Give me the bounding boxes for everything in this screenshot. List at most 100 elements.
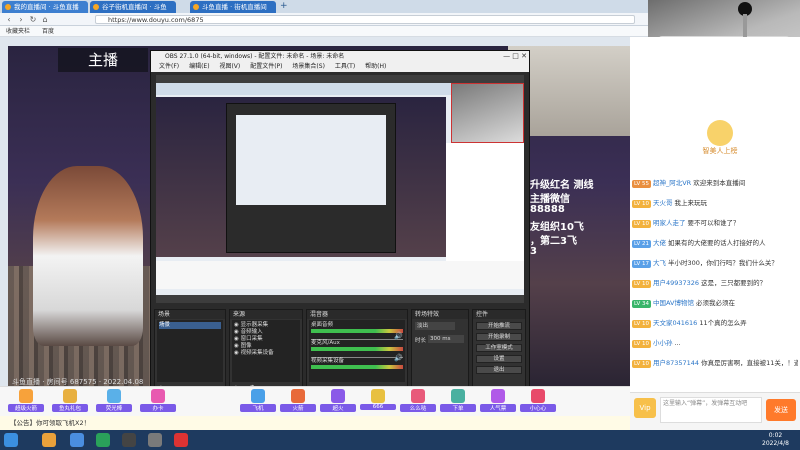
gift-label: 超级火箭	[8, 404, 44, 412]
gift-item[interactable]: 超级火箭	[8, 389, 44, 415]
chat-message: LV 10 明家人走了 要不可以和谁了？	[632, 218, 798, 229]
menu-edit[interactable]: 编辑(E)	[189, 63, 209, 70]
app-icon[interactable]	[148, 433, 162, 447]
chat-text: 欢迎来到本直播间	[693, 179, 746, 187]
gift-item[interactable]: 666	[360, 389, 396, 415]
speaker-icon[interactable]: 🔊	[394, 354, 403, 362]
gift-item[interactable]: 超火	[320, 389, 356, 415]
obs-icon[interactable]	[122, 433, 136, 447]
app-icon[interactable]	[96, 433, 110, 447]
back-icon[interactable]: ‹	[4, 15, 14, 24]
transition-dock: 转场特效 淡出 时长 300 ms	[411, 309, 469, 395]
home-icon[interactable]: ⌂	[40, 15, 50, 24]
exit-button[interactable]: 退出	[476, 366, 522, 374]
menu-help[interactable]: 帮助(H)	[365, 63, 386, 70]
gift-item[interactable]: 火箭	[280, 389, 316, 415]
level-badge: LV 10	[632, 200, 651, 208]
chat-text: 要不可以和谁了？	[687, 219, 740, 227]
source-item[interactable]: ◉ 图像	[234, 343, 298, 350]
chat-message: LV 10 用户49937326 这是，三只都要到的？	[632, 278, 798, 289]
browser-icon[interactable]	[42, 433, 56, 447]
level-badge: LV 10	[632, 360, 651, 368]
browser-tab[interactable]: 谷子街机直播间 · 斗鱼	[90, 1, 176, 13]
gift-label: 火箭	[280, 404, 316, 412]
chat-username[interactable]: 用户87357144	[653, 359, 699, 367]
obs-preview[interactable]	[156, 75, 524, 303]
app-icon[interactable]	[174, 433, 188, 447]
browser-tab[interactable]: 斗鱼直播 · 街机直播间	[190, 1, 276, 13]
start-streaming-button[interactable]: 开始推流	[476, 322, 522, 330]
settings-button[interactable]: 设置	[476, 355, 522, 363]
menu-scene-collection[interactable]: 场景集合(S)	[292, 63, 325, 70]
clock[interactable]: 0:02 2022/4/8	[762, 432, 789, 448]
gift-item[interactable]: 飞机	[240, 389, 276, 415]
chat-message: LV 10 天火哥 我上来玩玩	[632, 198, 798, 209]
chat-username[interactable]: 大飞	[653, 259, 666, 267]
stream-info-text: 88888	[530, 204, 565, 215]
studio-mode-button[interactable]: 工作室模式	[476, 344, 522, 352]
gift-item[interactable]: 么么哒	[400, 389, 436, 415]
explorer-icon[interactable]	[70, 433, 84, 447]
gift-item[interactable]: 小心心	[520, 389, 556, 415]
duration-label: 时长	[415, 338, 427, 344]
recursive-preview-graphic	[156, 83, 524, 295]
chat-text: 如果有的大佬要的话人打接好的人	[667, 239, 766, 247]
speaker-icon[interactable]: 🔊	[394, 332, 403, 340]
chat-input-area: Vip 这里输入“弹幕”，发弹幕互动吧 发送	[630, 392, 800, 430]
obs-window: OBS 27.1.0 (64-bit, windows) - 配置文件: 未命名…	[150, 50, 530, 402]
gift-item[interactable]: 办卡	[140, 389, 176, 415]
vip-badge[interactable]: Vip	[634, 398, 656, 418]
chat-username[interactable]: 天文家041616	[653, 319, 697, 327]
level-badge: LV 17	[632, 260, 651, 268]
refresh-icon[interactable]: ↻	[28, 15, 38, 24]
stream-info-text: 3	[530, 246, 537, 257]
sources-dock: 来源 ◉ 显示器采集 ◉ 音频输入 ◉ 窗口采集 ◉ 图像 ◉ 视频采集设备 +…	[229, 309, 303, 395]
menu-file[interactable]: 文件(F)	[159, 63, 179, 70]
chat-username[interactable]: 明家人走了	[653, 219, 686, 227]
gift-label: 666	[360, 404, 396, 410]
chat-text: 你真是厉害啊，直接被11关，！道	[701, 359, 798, 367]
start-recording-button[interactable]: 开始录制	[476, 333, 522, 341]
source-item[interactable]: ◉ 视频采集设备	[234, 350, 298, 357]
scenes-dock: 场景 场景 + − ∧ ∨	[154, 309, 226, 395]
chat-username[interactable]: 中国AV博物馆	[653, 299, 694, 307]
menu-tools[interactable]: 工具(T)	[335, 63, 355, 70]
gift-icon	[151, 389, 165, 403]
menu-view[interactable]: 视图(V)	[219, 63, 240, 70]
chat-username[interactable]: 用户49937326	[653, 279, 699, 287]
gift-icon	[291, 389, 305, 403]
chat-username[interactable]: 大佬	[653, 239, 666, 247]
scene-item[interactable]: 场景	[159, 322, 221, 329]
gift-icon	[451, 389, 465, 403]
chat-input[interactable]: 这里输入“弹幕”，发弹幕互动吧	[660, 397, 762, 423]
chat-username[interactable]: 天火哥	[653, 199, 673, 207]
source-item[interactable]: ◉ 音频输入	[234, 329, 298, 336]
mixer-dock-title: 混音器	[307, 310, 407, 319]
gift-item[interactable]: 荧光棒	[96, 389, 132, 415]
mascot-icon	[707, 120, 733, 146]
announcement-bar: 【公告】你可领取飞机X2！	[0, 416, 630, 430]
gift-item[interactable]: 鱼丸礼包	[52, 389, 88, 415]
transition-select[interactable]: 淡出	[415, 322, 455, 330]
gift-item[interactable]: 下单	[440, 389, 476, 415]
bookmark-item[interactable]: 百度	[42, 28, 54, 35]
chat-message: LV 34 中国AV博物馆 必须我必须在	[632, 298, 798, 309]
source-item[interactable]: ◉ 显示器采集	[234, 322, 298, 329]
menu-profile[interactable]: 配置文件(P)	[250, 63, 282, 70]
volume-meter	[311, 365, 403, 369]
gift-label: 下单	[440, 404, 476, 412]
window-controls[interactable]: — □ ✕	[503, 52, 527, 61]
browser-tab[interactable]: 我的直播间 · 斗鱼直播	[2, 1, 88, 13]
source-item[interactable]: ◉ 窗口采集	[234, 336, 298, 343]
forward-icon[interactable]: ›	[16, 15, 26, 24]
new-tab-button[interactable]: +	[280, 2, 288, 11]
bookmark-item[interactable]: 收藏夹栏	[6, 28, 30, 35]
gift-item[interactable]: 人气票	[480, 389, 516, 415]
send-button[interactable]: 发送	[766, 399, 796, 421]
duration-input[interactable]: 300 ms	[428, 335, 464, 343]
chat-username[interactable]: 超神_阿北VR	[653, 179, 691, 187]
obs-menu-bar: 文件(F) 编辑(E) 视图(V) 配置文件(P) 场景集合(S) 工具(T) …	[151, 62, 529, 72]
chat-username[interactable]: 小小孙	[653, 339, 673, 347]
url-input[interactable]: https://www.douyu.com/6875	[95, 15, 635, 24]
start-icon[interactable]	[4, 433, 18, 447]
